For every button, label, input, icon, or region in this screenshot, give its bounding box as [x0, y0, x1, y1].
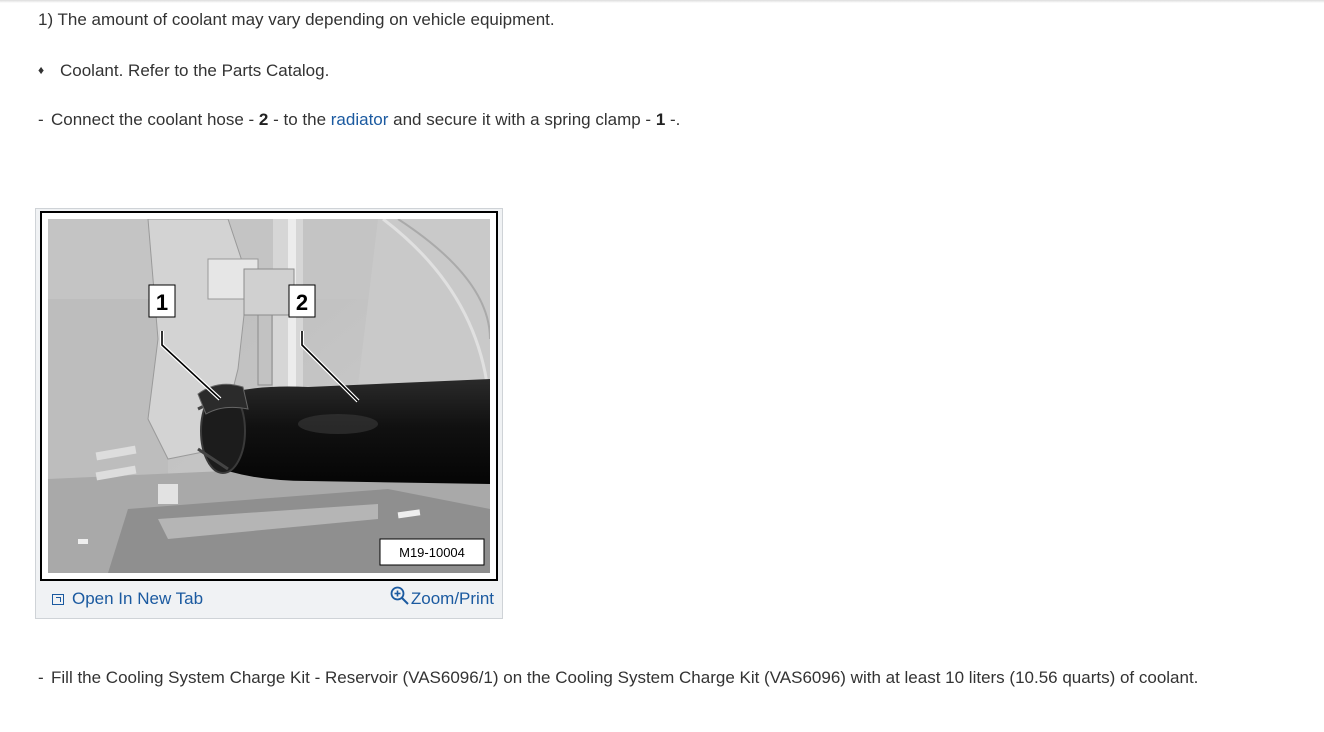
- open-new-tab-icon: [52, 594, 64, 605]
- step-dash: -: [38, 110, 44, 129]
- bullet-text: Coolant. Refer to the Parts Catalog.: [60, 61, 330, 80]
- figure-image-frame[interactable]: 1 2 M19-10004: [40, 211, 498, 581]
- top-shadow: [0, 0, 1324, 3]
- clamp-number: 1: [655, 110, 666, 129]
- radiator-link[interactable]: radiator: [331, 110, 389, 129]
- hose-number: 2: [258, 110, 269, 129]
- step-dash: -: [38, 668, 44, 687]
- open-in-new-tab-label: Open In New Tab: [72, 589, 204, 608]
- step-text-part: Connect the coolant hose -: [51, 110, 259, 129]
- radiator-hose-illustration: 1 2 M19-10004: [48, 219, 490, 573]
- step-fill-reservoir: - Fill the Cooling System Charge Kit - Re…: [38, 667, 1198, 689]
- figure-container: 1 2 M19-10004 Open In New Tab Zoom/Print: [35, 208, 503, 619]
- callout-1-label: 1: [156, 290, 168, 315]
- step-text-part: -.: [665, 110, 681, 129]
- zoom-print-button[interactable]: Zoom/Print: [390, 586, 494, 609]
- step-text-part: - to the: [268, 110, 331, 129]
- diamond-bullet-icon: ♦: [38, 63, 45, 77]
- coolant-bullet: ♦ Coolant. Refer to the Parts Catalog.: [38, 59, 329, 82]
- step-text-part: and secure it with a spring clamp -: [388, 110, 656, 129]
- footnote-text: 1) The amount of coolant may vary depend…: [38, 10, 555, 29]
- open-in-new-tab-button[interactable]: Open In New Tab: [52, 589, 203, 609]
- callout-2-label: 2: [296, 290, 308, 315]
- step-fill-text: Fill the Cooling System Charge Kit - Res…: [51, 668, 1199, 687]
- step-connect-hose: - Connect the coolant hose - 2 - to the r…: [38, 109, 680, 131]
- zoom-in-icon: [390, 586, 409, 605]
- image-code-label: M19-10004: [399, 545, 465, 560]
- zoom-print-label: Zoom/Print: [410, 589, 494, 608]
- figure-actions: Open In New Tab Zoom/Print: [36, 584, 502, 614]
